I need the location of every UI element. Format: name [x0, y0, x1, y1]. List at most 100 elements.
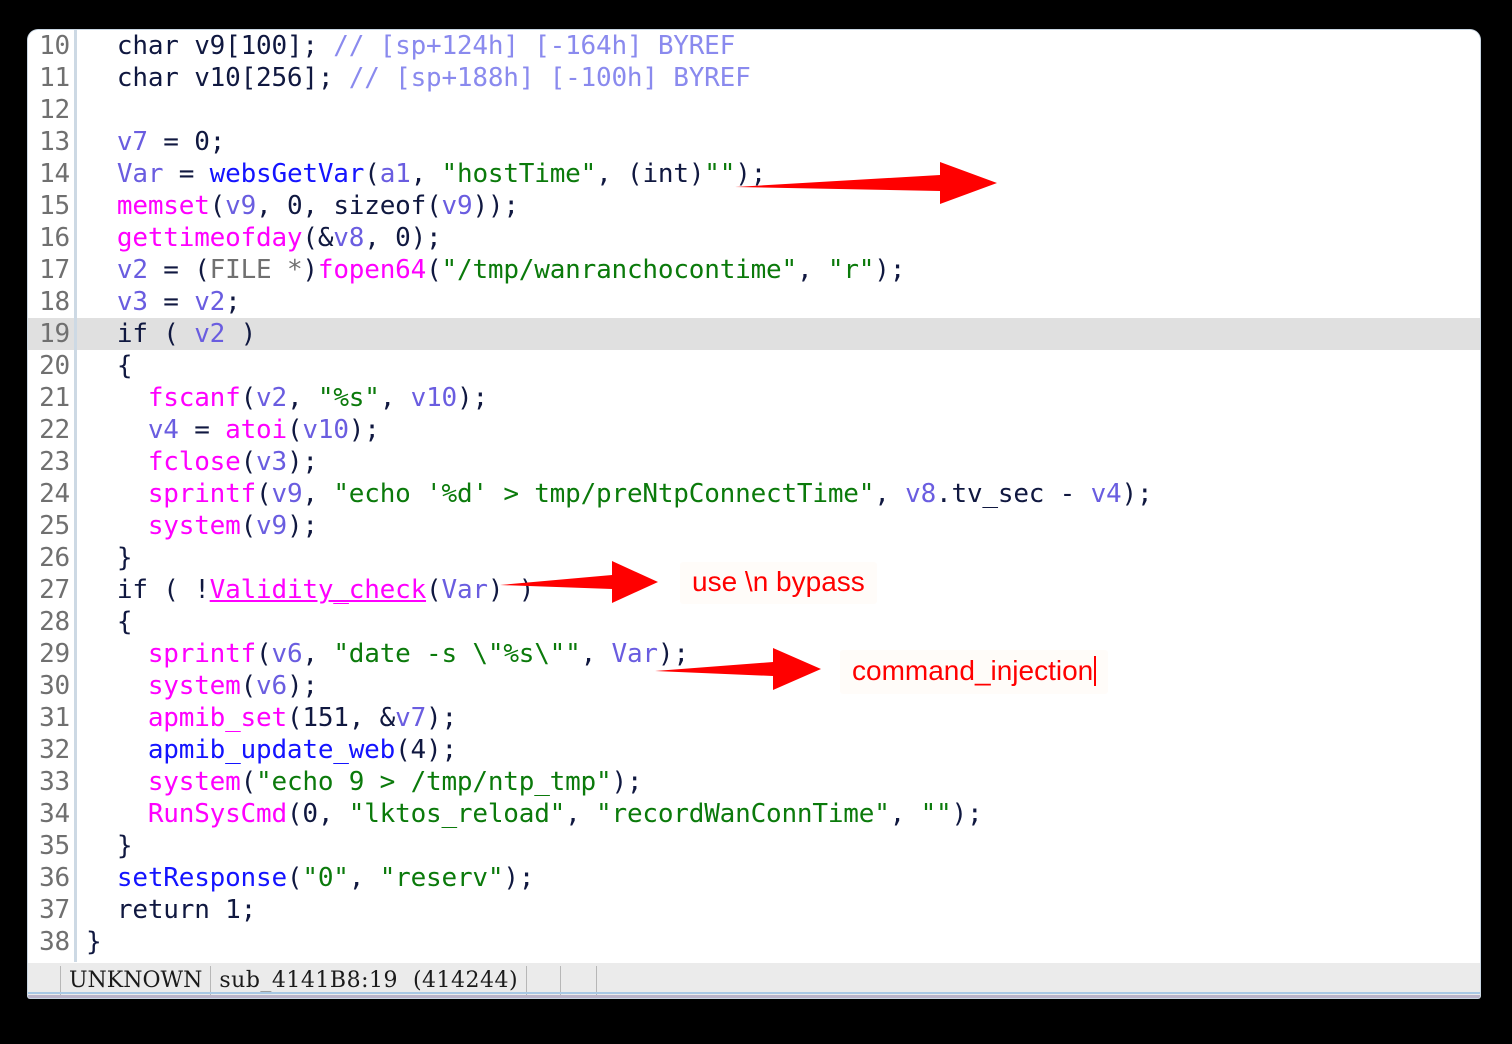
code-line[interactable]: 21 fscanf(v2, "%s", v10);	[28, 382, 1480, 414]
code-line[interactable]: 33 system("echo 9 > /tmp/ntp_tmp");	[28, 766, 1480, 798]
code-token: = 0;	[147, 127, 226, 157]
code-token: v10	[302, 415, 349, 445]
code-line[interactable]: 37 return 1;	[28, 894, 1480, 926]
code-line[interactable]: 11 char v10[256]; // [sp+188h] [-100h] B…	[28, 62, 1480, 94]
code-line[interactable]: 36 setResponse("0", "reserv");	[28, 862, 1480, 894]
code-token: v9[100];	[178, 31, 334, 61]
code-token: "0"	[302, 863, 349, 893]
code-token: ,	[302, 479, 334, 509]
code-line[interactable]: 12	[28, 94, 1480, 126]
code-token: int	[642, 159, 689, 189]
line-number: 15	[39, 191, 70, 221]
code-token: "r"	[827, 255, 875, 285]
code-line-text: RunSysCmd(0, "lktos_reload", "recordWanC…	[86, 798, 983, 830]
code-token: sprintf	[147, 639, 257, 669]
code-token: system	[147, 671, 241, 701]
code-token: {	[86, 607, 133, 637]
code-line[interactable]: 38}	[28, 926, 1480, 958]
line-number: 26	[39, 543, 70, 573]
code-line-text: return 1;	[86, 894, 256, 926]
code-token: )	[688, 159, 705, 189]
code-token: =	[163, 159, 210, 189]
code-line-text: }	[86, 830, 133, 862]
code-token: v7	[116, 127, 148, 157]
code-token: );	[286, 447, 318, 477]
code-line[interactable]: 20 {	[28, 350, 1480, 382]
code-token: fscanf	[147, 383, 241, 413]
code-token: }	[86, 831, 133, 861]
code-line[interactable]: 19 if ( v2 )	[28, 318, 1480, 350]
annotation-arrow-1	[735, 162, 997, 204]
line-number: 36	[39, 863, 70, 893]
code-token: , 0);	[364, 223, 442, 253]
code-token: v10	[410, 383, 458, 413]
code-token: (	[240, 511, 257, 541]
line-number: 21	[39, 383, 70, 413]
code-token: v3	[116, 287, 148, 317]
code-token: "%s"	[317, 383, 380, 413]
code-token: (151, &	[286, 703, 396, 733]
line-number: 18	[39, 287, 70, 317]
line-number: 23	[39, 447, 70, 477]
code-token: , 0,	[256, 191, 334, 221]
code-line[interactable]: 18 v3 = v2;	[28, 286, 1480, 318]
code-token: ,	[286, 383, 318, 413]
code-line[interactable]: 25 system(v9);	[28, 510, 1480, 542]
code-token: v7	[395, 703, 427, 733]
code-token: ( !	[147, 575, 210, 605]
code-token: );	[286, 671, 318, 701]
code-token: }	[86, 927, 102, 957]
code-token: v6	[256, 671, 287, 701]
line-number: 19	[39, 319, 70, 349]
code-line[interactable]: 32 apmib_update_web(4);	[28, 734, 1480, 766]
code-token: ""	[704, 159, 736, 189]
code-line-text: memset(v9, 0, sizeof(v9));	[86, 190, 519, 222]
code-token: , (	[596, 159, 643, 189]
code-token: "hostTime"	[441, 159, 597, 189]
code-token: fopen64	[317, 255, 427, 285]
code-token: apmib_set	[147, 703, 287, 733]
code-line-text: sprintf(v9, "echo '%d' > tmp/preNtpConne…	[86, 478, 1153, 510]
code-line[interactable]: 17 v2 = (FILE *)fopen64("/tmp/wanranchoc…	[28, 254, 1480, 286]
line-number: 24	[39, 479, 70, 509]
code-line[interactable]: 34 RunSysCmd(0, "lktos_reload", "recordW…	[28, 798, 1480, 830]
code-line[interactable]: 16 gettimeofday(&v8, 0);	[28, 222, 1480, 254]
line-number: 29	[39, 639, 70, 669]
code-line[interactable]: 13 v7 = 0;	[28, 126, 1480, 158]
code-line[interactable]: 10 char v9[100]; // [sp+124h] [-164h] BY…	[28, 30, 1480, 62]
code-line[interactable]: 23 fclose(v3);	[28, 446, 1480, 478]
line-number: 12	[39, 95, 70, 125]
code-line[interactable]: 35 }	[28, 830, 1480, 862]
code-line-text: apmib_set(151, &v7);	[86, 702, 457, 734]
code-token: gettimeofday	[116, 223, 303, 253]
code-token: (	[256, 639, 272, 669]
code-line[interactable]: 24 sprintf(v9, "echo '%d' > tmp/preNtpCo…	[28, 478, 1480, 510]
code-line[interactable]: 22 v4 = atoi(v10);	[28, 414, 1480, 446]
code-token: =	[178, 415, 226, 445]
code-token: );	[951, 799, 983, 829]
code-line-text: char v10[256]; // [sp+188h] [-100h] BYRE…	[86, 62, 751, 94]
code-token: Var	[611, 639, 659, 669]
code-token: (4);	[395, 735, 457, 765]
line-number: 28	[39, 607, 70, 637]
code-line[interactable]: 28 {	[28, 606, 1480, 638]
code-token: ,	[410, 159, 442, 189]
code-token: ,	[796, 255, 828, 285]
code-line-text: v4 = atoi(v10);	[86, 414, 380, 446]
code-token: (	[256, 479, 272, 509]
code-token: v9	[256, 511, 287, 541]
code-token: Var	[116, 159, 164, 189]
screenshot-root: 10 char v9[100]; // [sp+124h] [-164h] BY…	[0, 0, 1512, 1044]
code-token: v3	[256, 447, 287, 477]
code-line[interactable]: 31 apmib_set(151, &v7);	[28, 702, 1480, 734]
code-token: ,	[302, 639, 334, 669]
code-token: (0,	[286, 799, 349, 829]
code-token: ,	[889, 799, 921, 829]
annotation-label-bypass: use \n bypass	[680, 562, 877, 604]
code-token: (	[426, 191, 442, 221]
annotation-arrow-2	[500, 561, 658, 603]
